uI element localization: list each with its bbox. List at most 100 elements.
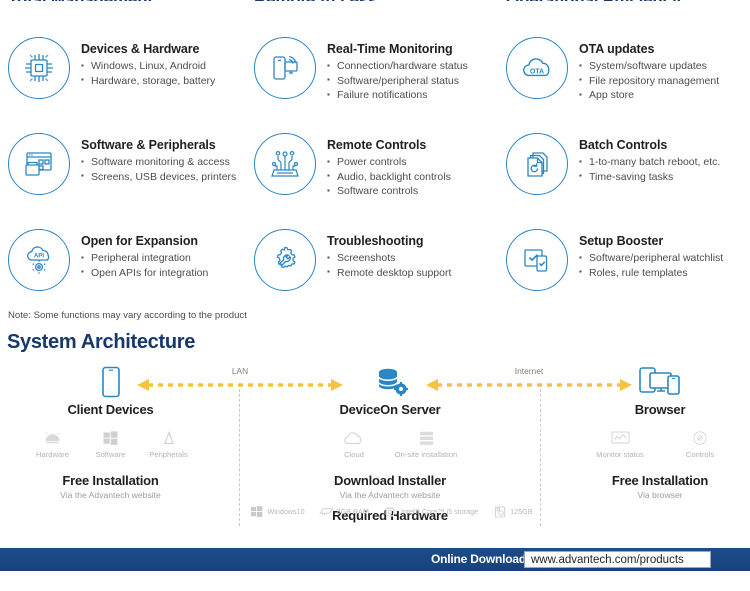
realtime-monitor-icon (254, 37, 316, 99)
client-block-sub: Via the Advantech website (60, 490, 161, 500)
feature-item: Troubleshooting Screenshots Remote deskt… (254, 227, 500, 323)
client-subicons: Hardware Software Peripherals (23, 429, 198, 459)
bullet: System/software updates (579, 59, 719, 74)
node-label: DeviceOn Server (339, 402, 441, 417)
node-label: Client Devices (67, 402, 154, 417)
server-rack-icon (390, 429, 462, 447)
column-title: Total Management (8, 0, 250, 1)
feature-column-total-management: Total Management Devices & Hardware Wind… (0, 0, 250, 306)
bullet: Time-saving tasks (579, 169, 720, 185)
subicon-label: On-site installation (394, 450, 458, 459)
feature-bullets: System/software updates File repository … (579, 59, 719, 103)
feature-text: Remote Controls Power controls Audio, ba… (316, 131, 451, 199)
subicon-label: Monitor status (596, 450, 644, 459)
feature-text: Open for Expansion Peripheral integratio… (70, 227, 208, 280)
feature-text: OTA updates System/software updates File… (568, 35, 719, 103)
bullet: Connection/hardware status (327, 59, 468, 74)
feature-heading: OTA updates (579, 42, 655, 56)
gear-wrench-icon (254, 229, 316, 291)
feature-item: OTA OTA updates System/software updates … (506, 35, 750, 131)
browser-subicons: Monitor status Controls (574, 429, 746, 459)
server-block-sub: Via the Advantech website (339, 490, 441, 500)
hardware-label: Windows10 (267, 507, 305, 516)
feature-text: Devices & Hardware Windows, Linux, Andro… (70, 35, 215, 88)
hardware-label: 125GB (510, 507, 533, 516)
bullet: 1-to-many batch reboot, etc. (579, 155, 720, 170)
feature-text: Software & Peripherals Software monitori… (70, 131, 236, 184)
bullet: Peripheral integration (81, 251, 208, 266)
bullet: App store (579, 88, 719, 103)
online-download-label: Online Download (431, 552, 526, 566)
ota-cloud-icon: OTA (506, 37, 568, 99)
feature-bullets: Connection/hardware status Software/peri… (327, 59, 468, 103)
feature-bullets: Software/peripheral watchlist Roles, rul… (579, 251, 723, 280)
server-subicons: Cloud On-site installation (278, 429, 502, 459)
feature-heading: Batch Controls (579, 138, 668, 152)
bullet: Hardware, storage, battery (81, 73, 215, 89)
features-grid: Total Management Devices & Hardware Wind… (0, 0, 750, 306)
required-hardware-row: Windows10 8GB RAM Intel® Core™ i5 storag… (249, 505, 533, 518)
subicon-cloud: Cloud (318, 429, 390, 459)
subicon-label: Controls (685, 450, 715, 459)
cpu-icon (383, 505, 398, 518)
feature-text: Setup Booster Software/peripheral watchl… (568, 227, 723, 280)
bullet: Roles, rule templates (579, 265, 723, 281)
subicon-label: Software (95, 450, 126, 459)
hardware-item: Windows10 (249, 505, 305, 518)
architecture-diagram: Client Devices Hardware Software Periphe… (0, 360, 750, 540)
node-browser: Browser Monitor status Controls Free Ins… (574, 362, 746, 500)
feature-item: Devices & Hardware Windows, Linux, Andro… (8, 35, 250, 131)
feature-text: Batch Controls 1-to-many batch reboot, e… (568, 131, 720, 184)
controls-icon (660, 429, 740, 447)
column-title: Remote Access (254, 0, 500, 1)
bullet: Screens, USB devices, printers (81, 169, 236, 185)
feature-item: Batch Controls 1-to-many batch reboot, e… (506, 131, 750, 227)
subicon-label: Peripherals (149, 450, 188, 459)
cloud-icon (318, 429, 390, 447)
checklist-devices-icon (506, 229, 568, 291)
hardware-item: Intel® Core™ i5 storage (383, 505, 478, 518)
download-url-field[interactable]: www.advantech.com/products (524, 551, 711, 568)
feature-heading: Troubleshooting (327, 234, 424, 248)
feature-heading: Software & Peripherals (81, 138, 216, 152)
subicon-software: Software (82, 429, 140, 459)
feature-heading: Open for Expansion (81, 234, 198, 248)
feature-bullets: Peripheral integration Open APIs for int… (81, 251, 208, 280)
batch-stack-icon (506, 133, 568, 195)
subicon-controls: Controls (660, 429, 740, 459)
section-divider (540, 384, 541, 526)
feature-heading: Devices & Hardware (81, 42, 200, 56)
feature-bullets: Software monitoring & access Screens, US… (81, 155, 236, 184)
feature-heading: Real-Time Monitoring (327, 42, 453, 56)
hardware-item: 125GB (492, 505, 533, 518)
hardware-label: Intel® Core™ i5 storage (400, 507, 479, 516)
feature-item: Remote Controls Power controls Audio, ba… (254, 131, 500, 227)
ram-icon (318, 505, 334, 518)
feature-column-remote-access: Remote Access Real-Time Monitoring Conne… (250, 0, 500, 306)
bullet: Power controls (327, 155, 451, 170)
chip-icon (8, 37, 70, 99)
node-label: Browser (634, 402, 686, 417)
hardware-label: 8GB RAM (336, 507, 369, 516)
storage-icon (492, 505, 507, 518)
feature-bullets: Windows, Linux, Android Hardware, storag… (81, 59, 215, 88)
infographic-page: Total Management Devices & Hardware Wind… (0, 0, 750, 591)
api-cloud-icon: API (8, 229, 70, 291)
bullet: File repository management (579, 73, 719, 89)
subicon-peripherals: Peripherals (140, 429, 198, 459)
feature-bullets: Power controls Audio, backlight controls… (327, 155, 451, 199)
client-block-heading: Free Installation (62, 473, 159, 488)
bullet: Failure notifications (327, 88, 468, 103)
bullet: Remote desktop support (327, 265, 451, 281)
feature-heading: Remote Controls (327, 138, 427, 152)
column-title: Operational Efficiency (506, 0, 750, 1)
android-icon (24, 429, 82, 447)
bullet: Open APIs for integration (81, 265, 208, 281)
peripheral-icon (140, 429, 198, 447)
feature-heading: Setup Booster (579, 234, 664, 248)
multi-device-icon (574, 362, 746, 398)
server-block-heading: Download Installer (334, 473, 446, 488)
circuit-control-icon (254, 133, 316, 195)
bullet: Software controls (327, 184, 451, 199)
subicon-monitor-status: Monitor status (580, 429, 660, 459)
